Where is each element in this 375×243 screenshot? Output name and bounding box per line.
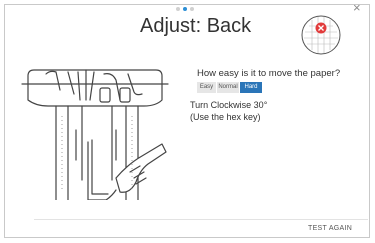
- difficulty-selector: Easy Normal Hard: [197, 82, 262, 93]
- alignment-target-icon: [301, 15, 341, 55]
- footer-divider: [34, 219, 368, 220]
- option-hard[interactable]: Hard: [240, 82, 262, 93]
- page-indicator: [176, 7, 194, 11]
- page-dot: [190, 7, 194, 11]
- page-dot: [176, 7, 180, 11]
- dialog-title: Adjust: Back: [140, 15, 252, 37]
- option-normal[interactable]: Normal: [217, 82, 240, 93]
- question-text: How easy is it to move the paper?: [197, 68, 341, 79]
- page-dot-active: [183, 7, 187, 11]
- print-head-hex-key-illustration: [21, 69, 169, 200]
- instruction-tool: (Use the hex key): [190, 112, 261, 122]
- close-icon[interactable]: ×: [353, 1, 361, 14]
- test-again-button[interactable]: TEST AGAIN: [308, 225, 352, 232]
- instruction-rotation: Turn Clockwise 30°: [190, 100, 268, 110]
- option-easy[interactable]: Easy: [197, 82, 217, 93]
